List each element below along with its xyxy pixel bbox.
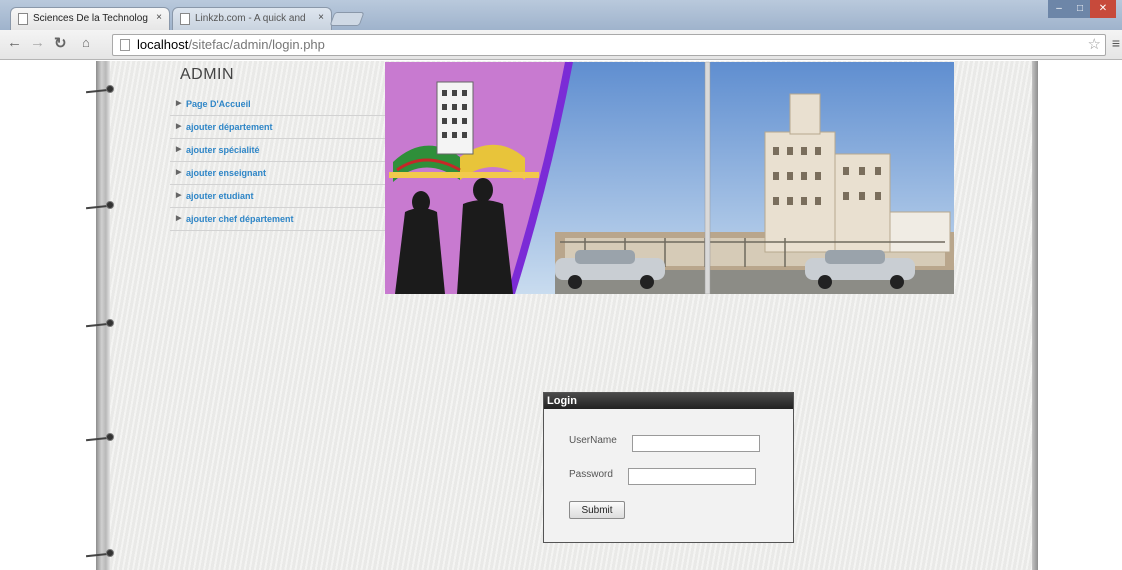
nav-item-label: Page D'Accueil xyxy=(186,99,251,109)
tab-strip: Sciences De la Technolog × Linkzb.com - … xyxy=(0,0,1122,30)
address-bar[interactable]: localhost/sitefac/admin/login.php ☆ xyxy=(112,34,1106,56)
tab-linkzb[interactable]: Linkzb.com - A quick and × xyxy=(172,7,332,30)
nav-item-ajouter-chef-departement[interactable]: ▶ ajouter chef département xyxy=(170,208,388,231)
maximize-icon[interactable]: □ xyxy=(1070,0,1090,18)
password-label: Password xyxy=(569,469,613,480)
url-path: /sitefac/admin/login.php xyxy=(188,37,325,52)
binder-ring xyxy=(85,433,118,443)
home-icon[interactable]: ⌂ xyxy=(82,35,90,50)
bullet-arrow-icon: ▶ xyxy=(176,169,182,176)
nav-item-ajouter-etudiant[interactable]: ▶ ajouter etudiant xyxy=(170,185,388,208)
login-header: Login xyxy=(544,393,793,409)
nav-item-label: ajouter etudiant xyxy=(186,191,254,201)
nav-item-label: ajouter chef département xyxy=(186,214,294,224)
page-edge xyxy=(1032,61,1038,570)
page-title: ADMIN xyxy=(180,66,235,83)
nav-item-ajouter-specialite[interactable]: ▶ ajouter spécialité xyxy=(170,139,388,162)
admin-nav: ▶ Page D'Accueil ▶ ajouter département ▶ aj… xyxy=(170,93,388,231)
tab-sciences[interactable]: Sciences De la Technolog × xyxy=(10,7,170,30)
binder-spine xyxy=(96,61,110,570)
nav-item-label: ajouter spécialité xyxy=(186,145,260,155)
bullet-arrow-icon: ▶ xyxy=(176,215,182,222)
window-controls: – □ ✕ xyxy=(1048,0,1116,18)
username-label: UserName xyxy=(569,435,617,446)
url-host: localhost xyxy=(137,37,189,52)
bullet-arrow-icon: ▶ xyxy=(176,192,182,199)
bullet-arrow-icon: ▶ xyxy=(176,146,182,153)
page-viewport: ADMIN ▶ Page D'Accueil ▶ ajouter départeme… xyxy=(0,61,1122,570)
window-close-icon[interactable]: ✕ xyxy=(1090,0,1116,18)
submit-button[interactable]: Submit xyxy=(569,501,625,519)
minimize-icon[interactable]: – xyxy=(1048,0,1070,18)
nav-item-ajouter-departement[interactable]: ▶ ajouter département xyxy=(170,116,388,139)
binder-ring xyxy=(85,85,118,95)
nav-item-label: ajouter enseignant xyxy=(186,168,267,178)
forward-arrow-icon[interactable]: → xyxy=(30,34,45,51)
page-icon xyxy=(180,13,190,25)
bullet-arrow-icon: ▶ xyxy=(176,123,182,130)
nav-item-label: ajouter département xyxy=(186,122,273,132)
username-input[interactable] xyxy=(632,435,760,452)
tab-title: Linkzb.com - A quick and xyxy=(195,13,306,24)
page-icon xyxy=(18,13,28,25)
nav-item-accueil[interactable]: ▶ Page D'Accueil xyxy=(170,93,388,116)
bullet-arrow-icon: ▶ xyxy=(176,100,182,107)
close-icon[interactable]: × xyxy=(318,12,324,23)
header-banner xyxy=(385,62,954,294)
nav-item-ajouter-enseignant[interactable]: ▶ ajouter enseignant xyxy=(170,162,388,185)
close-icon[interactable]: × xyxy=(156,12,162,23)
binder-ring xyxy=(85,549,118,559)
login-form: Login UserName Password Submit xyxy=(543,392,794,543)
menu-icon[interactable]: ≡ xyxy=(1112,35,1120,51)
browser-toolbar: ← → ↻ ⌂ localhost/sitefac/admin/login.ph… xyxy=(0,30,1122,60)
banner-illustration xyxy=(385,62,954,294)
reload-icon[interactable]: ↻ xyxy=(54,34,67,52)
bookmark-star-icon[interactable]: ☆ xyxy=(1088,35,1101,55)
back-arrow-icon[interactable]: ← xyxy=(7,34,22,51)
page-icon xyxy=(120,39,130,51)
binder-ring xyxy=(85,319,118,329)
tab-title: Sciences De la Technolog xyxy=(33,13,148,24)
password-input[interactable] xyxy=(628,468,756,485)
new-tab-button[interactable] xyxy=(329,12,365,26)
binder-ring xyxy=(85,201,118,211)
